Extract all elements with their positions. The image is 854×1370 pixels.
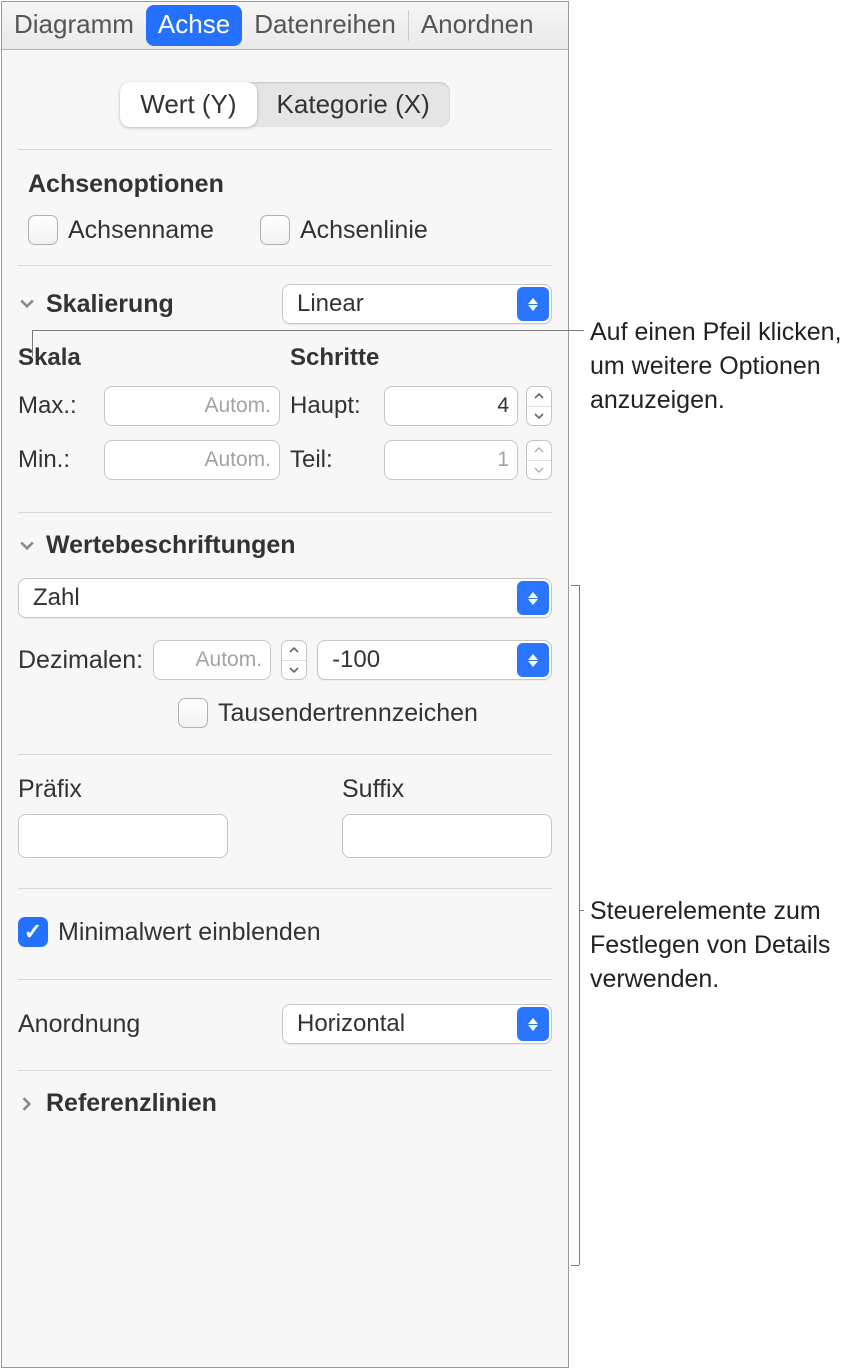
axis-line-checkbox[interactable] — [260, 215, 290, 245]
scale-title: Skala — [18, 344, 280, 372]
callout-line — [32, 330, 33, 356]
minor-label: Teil: — [290, 446, 376, 474]
select-arrows-icon — [517, 287, 549, 321]
select-arrows-icon — [517, 643, 549, 677]
thousands-separator-row: Tausendertrennzeichen — [178, 698, 478, 728]
stepper-down-icon[interactable] — [527, 461, 551, 480]
segment-category-x[interactable]: Kategorie (X) — [257, 82, 450, 127]
axis-line-label: Achsenlinie — [300, 216, 428, 245]
axis-options-section: Achsenoptionen Achsenname Achsenlinie — [18, 150, 552, 266]
show-minimum-label: Minimalwert einblenden — [58, 918, 321, 947]
callout-line — [571, 585, 579, 586]
prefix-input[interactable] — [18, 814, 228, 858]
select-arrows-icon — [517, 581, 549, 615]
stepper-down-icon[interactable] — [282, 661, 306, 680]
suffix-input[interactable] — [342, 814, 552, 858]
negative-format-select[interactable]: -100 — [317, 640, 552, 680]
axis-segmented-control: Wert (Y) Kategorie (X) — [120, 82, 449, 127]
callout-line — [571, 1265, 579, 1266]
scaling-title: Skalierung — [46, 290, 174, 319]
tab-diagram[interactable]: Diagramm — [2, 2, 146, 49]
axis-name-checkbox[interactable] — [28, 215, 58, 245]
value-labels-section: Wertebeschriftungen Zahl Dezimalen: Auto… — [18, 513, 552, 1071]
tab-axis[interactable]: Achse — [146, 5, 242, 46]
scaling-type-select[interactable]: Linear — [282, 284, 552, 324]
thousands-separator-label: Tausendertrennzeichen — [218, 699, 478, 728]
min-label: Min.: — [18, 446, 96, 474]
minor-stepper[interactable] — [526, 440, 552, 480]
tab-series[interactable]: Datenreihen — [242, 2, 408, 49]
segment-value-y[interactable]: Wert (Y) — [120, 82, 256, 127]
steps-column: Schritte Haupt: 4 Teil: 1 — [290, 344, 552, 494]
reference-lines-title: Referenzlinien — [46, 1089, 217, 1118]
negative-format-value: -100 — [332, 646, 380, 674]
inspector-panel: Diagramm Achse Datenreihen Anordnen Wert… — [1, 1, 569, 1368]
stepper-up-icon[interactable] — [527, 441, 551, 461]
suffix-group: Suffix — [342, 775, 552, 858]
axis-name-label: Achsenname — [68, 216, 214, 245]
select-arrows-icon — [517, 1007, 549, 1041]
scaling-section: Skalierung Linear Skala Max.: Autom. Min… — [18, 266, 552, 513]
callout-line — [579, 585, 580, 1265]
axis-line-checkbox-row: Achsenlinie — [260, 215, 428, 245]
decimals-stepper[interactable] — [281, 640, 307, 680]
stepper-down-icon[interactable] — [527, 407, 551, 426]
orientation-label: Anordnung — [18, 1010, 140, 1039]
orientation-select[interactable]: Horizontal — [282, 1004, 552, 1044]
value-labels-title: Wertebeschriftungen — [46, 531, 296, 560]
value-format-value: Zahl — [33, 584, 80, 612]
callout-line — [579, 910, 584, 911]
reference-lines-section: Referenzlinien — [18, 1071, 552, 1136]
minor-input[interactable]: 1 — [384, 440, 518, 480]
decimals-label: Dezimalen: — [18, 646, 143, 675]
scaling-type-value: Linear — [297, 290, 364, 318]
annotation-controls-detail: Steuerelemente zum Festlegen von Details… — [590, 895, 845, 996]
max-input[interactable]: Autom. — [104, 386, 280, 426]
show-minimum-checkbox[interactable] — [18, 917, 48, 947]
value-format-select[interactable]: Zahl — [18, 578, 552, 618]
chevron-down-icon[interactable] — [18, 295, 36, 313]
prefix-group: Präfix — [18, 775, 228, 858]
axis-name-checkbox-row: Achsenname — [28, 215, 214, 245]
min-input[interactable]: Autom. — [104, 440, 280, 480]
axis-selector-row: Wert (Y) Kategorie (X) — [18, 50, 552, 150]
max-label: Max.: — [18, 392, 96, 420]
tab-arrange[interactable]: Anordnen — [409, 2, 546, 49]
steps-title: Schritte — [290, 344, 552, 372]
axis-options-title: Achsenoptionen — [28, 170, 542, 199]
annotation-arrow-click: Auf einen Pfeil klicken, um weitere Opti… — [590, 316, 845, 417]
orientation-value: Horizontal — [297, 1010, 405, 1038]
scale-column: Skala Max.: Autom. Min.: Autom. — [18, 344, 280, 494]
prefix-label: Präfix — [18, 775, 228, 804]
major-stepper[interactable] — [526, 386, 552, 426]
callout-line — [32, 330, 584, 331]
decimals-input[interactable]: Autom. — [153, 640, 271, 680]
major-label: Haupt: — [290, 392, 376, 420]
chevron-right-icon[interactable] — [18, 1095, 36, 1113]
stepper-up-icon[interactable] — [282, 641, 306, 661]
stepper-up-icon[interactable] — [527, 387, 551, 407]
suffix-label: Suffix — [342, 775, 552, 804]
major-input[interactable]: 4 — [384, 386, 518, 426]
thousands-separator-checkbox[interactable] — [178, 698, 208, 728]
top-tabs: Diagramm Achse Datenreihen Anordnen — [2, 2, 568, 50]
chevron-down-icon[interactable] — [18, 537, 36, 555]
show-minimum-row: Minimalwert einblenden — [18, 917, 552, 947]
